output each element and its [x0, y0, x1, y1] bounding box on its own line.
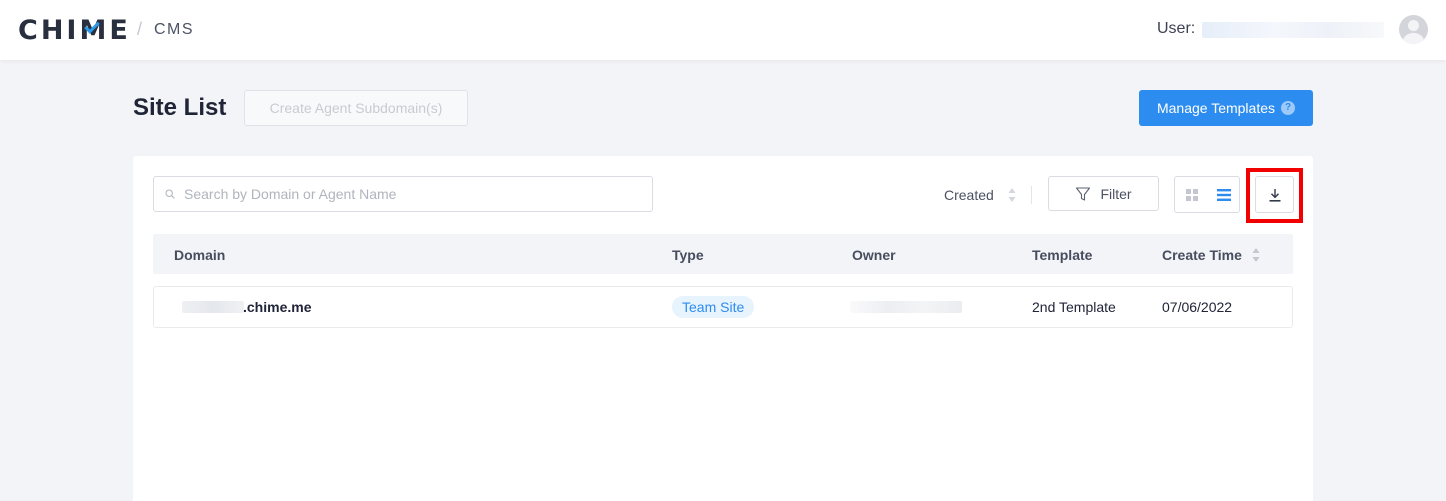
column-header-create-time[interactable]: Create Time — [1162, 247, 1242, 263]
grid-view-button[interactable] — [1175, 177, 1208, 212]
help-icon[interactable]: ? — [1281, 101, 1296, 115]
sort-arrows-icon[interactable] — [1007, 186, 1017, 204]
grid-icon — [1185, 188, 1198, 201]
manage-templates-label: Manage Templates — [1156, 100, 1276, 116]
owner-redacted — [850, 301, 962, 313]
view-toggle — [1174, 176, 1240, 213]
logo-text-suffix: E — [109, 15, 131, 46]
list-icon — [1216, 188, 1231, 201]
logo-text-prefix: CHI — [18, 15, 80, 46]
table-header: Domain Type Owner Template Create Time — [153, 234, 1293, 274]
logo-text-m: M — [79, 15, 110, 46]
list-view-button[interactable] — [1208, 177, 1239, 212]
site-list-card: Created Filter — [133, 156, 1313, 501]
template-cell: 2nd Template — [1032, 299, 1116, 315]
search-box[interactable] — [153, 176, 653, 212]
toolbar-divider — [1031, 186, 1032, 204]
filter-label: Filter — [1100, 185, 1132, 202]
create-time-cell: 07/06/2022 — [1162, 299, 1233, 315]
filter-icon — [1076, 186, 1091, 201]
search-icon — [165, 189, 175, 199]
user-name-redacted — [1202, 22, 1384, 38]
avatar-head-icon — [1408, 20, 1419, 31]
page-title: Site List — [133, 94, 227, 121]
sort-by-label[interactable]: Created — [944, 187, 994, 203]
search-input[interactable] — [184, 177, 644, 211]
type-tag: Team Site — [672, 296, 755, 318]
section-name: CMS — [154, 21, 195, 38]
column-header-owner: Owner — [852, 247, 896, 263]
filter-button[interactable]: Filter — [1048, 176, 1159, 211]
table-row[interactable]: .chime.me Team Site 2nd Template 07/06/2… — [153, 286, 1293, 328]
create-agent-subdomain-button[interactable]: Create Agent Subdomain(s) — [244, 90, 468, 126]
create-time-sort-icon[interactable] — [1251, 246, 1261, 264]
manage-templates-button[interactable]: Manage Templates ? — [1139, 90, 1313, 126]
avatar[interactable] — [1399, 15, 1428, 44]
avatar-body-icon — [1403, 33, 1424, 44]
column-header-template: Template — [1032, 247, 1093, 263]
download-icon — [1269, 188, 1280, 202]
download-button[interactable] — [1255, 176, 1294, 213]
domain-cell[interactable]: .chime.me — [243, 299, 311, 315]
top-bar: CHIM E / CMS User: — [0, 0, 1446, 60]
column-header-type: Type — [672, 247, 704, 263]
user-label: User: — [1157, 20, 1196, 37]
domain-redacted — [182, 301, 244, 313]
chime-logo[interactable]: CHIM E — [18, 15, 131, 46]
breadcrumb-separator: / — [137, 19, 143, 39]
column-header-domain: Domain — [174, 247, 226, 263]
